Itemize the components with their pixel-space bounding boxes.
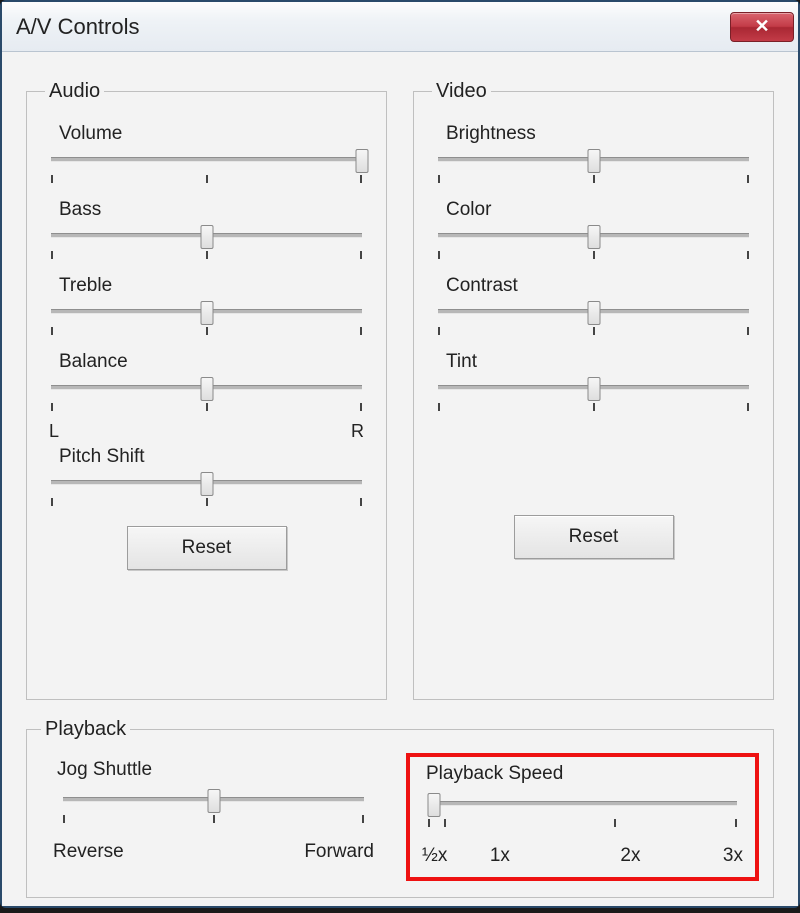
color-block: Color bbox=[432, 199, 755, 265]
jog-shuttle-block: Jog Shuttle Reverse Forward bbox=[41, 753, 386, 881]
audio-group: Audio Volume Bass bbox=[26, 80, 387, 700]
balance-block: Balance L R bbox=[45, 351, 368, 442]
speed-tick-2: 2x bbox=[620, 845, 640, 867]
video-group: Video Brightness Color bbox=[413, 80, 774, 700]
treble-label: Treble bbox=[59, 275, 368, 297]
audio-reset-button[interactable]: Reset bbox=[127, 526, 287, 570]
tint-thumb[interactable] bbox=[587, 377, 600, 401]
volume-block: Volume bbox=[45, 123, 368, 189]
brightness-thumb[interactable] bbox=[587, 149, 600, 173]
video-reset-button[interactable]: Reset bbox=[514, 515, 674, 559]
color-label: Color bbox=[446, 199, 755, 221]
brightness-slider[interactable] bbox=[438, 149, 749, 189]
pitch-thumb[interactable] bbox=[200, 472, 213, 496]
treble-slider[interactable] bbox=[51, 301, 362, 341]
close-icon: ✕ bbox=[754, 16, 769, 37]
speed-tick-1: 1x bbox=[490, 845, 510, 867]
tint-slider[interactable] bbox=[438, 377, 749, 417]
jog-label: Jog Shuttle bbox=[57, 759, 374, 781]
balance-left-label: L bbox=[49, 421, 59, 442]
contrast-thumb[interactable] bbox=[587, 301, 600, 325]
color-slider[interactable] bbox=[438, 225, 749, 265]
pitch-label: Pitch Shift bbox=[59, 446, 368, 468]
close-button[interactable]: ✕ bbox=[730, 12, 794, 42]
window-title: A/V Controls bbox=[16, 14, 140, 40]
speed-thumb[interactable] bbox=[428, 793, 441, 817]
pitch-slider[interactable] bbox=[51, 472, 362, 512]
balance-label: Balance bbox=[59, 351, 368, 373]
jog-thumb[interactable] bbox=[207, 789, 220, 813]
playback-legend: Playback bbox=[41, 718, 130, 741]
video-legend: Video bbox=[432, 80, 491, 103]
speed-tick-3: 3x bbox=[723, 845, 743, 867]
treble-thumb[interactable] bbox=[200, 301, 213, 325]
jog-forward-label: Forward bbox=[304, 841, 374, 863]
color-thumb[interactable] bbox=[587, 225, 600, 249]
bass-thumb[interactable] bbox=[200, 225, 213, 249]
speed-slider[interactable] bbox=[428, 793, 737, 833]
jog-reverse-label: Reverse bbox=[53, 841, 124, 863]
speed-tick-0: ½x bbox=[422, 845, 447, 867]
bass-block: Bass bbox=[45, 199, 368, 265]
contrast-slider[interactable] bbox=[438, 301, 749, 341]
bass-label: Bass bbox=[59, 199, 368, 221]
contrast-label: Contrast bbox=[446, 275, 755, 297]
balance-slider[interactable] bbox=[51, 377, 362, 417]
volume-label: Volume bbox=[59, 123, 368, 145]
volume-thumb[interactable] bbox=[356, 149, 369, 173]
contrast-block: Contrast bbox=[432, 275, 755, 341]
treble-block: Treble bbox=[45, 275, 368, 341]
titlebar[interactable]: A/V Controls ✕ bbox=[2, 2, 798, 52]
playback-speed-block: Playback Speed ½x bbox=[406, 753, 759, 881]
pitch-block: Pitch Shift bbox=[45, 446, 368, 512]
balance-right-label: R bbox=[351, 421, 364, 442]
tint-block: Tint bbox=[432, 351, 755, 417]
client-area: Audio Volume Bass bbox=[2, 52, 798, 906]
speed-label: Playback Speed bbox=[426, 763, 743, 785]
brightness-label: Brightness bbox=[446, 123, 755, 145]
brightness-block: Brightness bbox=[432, 123, 755, 189]
jog-slider[interactable] bbox=[63, 789, 364, 829]
balance-thumb[interactable] bbox=[200, 377, 213, 401]
playback-group: Playback Jog Shuttle Reverse Forward bbox=[26, 718, 774, 898]
volume-slider[interactable] bbox=[51, 149, 362, 189]
tint-label: Tint bbox=[446, 351, 755, 373]
av-controls-window: A/V Controls ✕ Audio Volume Bass bbox=[0, 0, 800, 908]
bass-slider[interactable] bbox=[51, 225, 362, 265]
audio-legend: Audio bbox=[45, 80, 104, 103]
